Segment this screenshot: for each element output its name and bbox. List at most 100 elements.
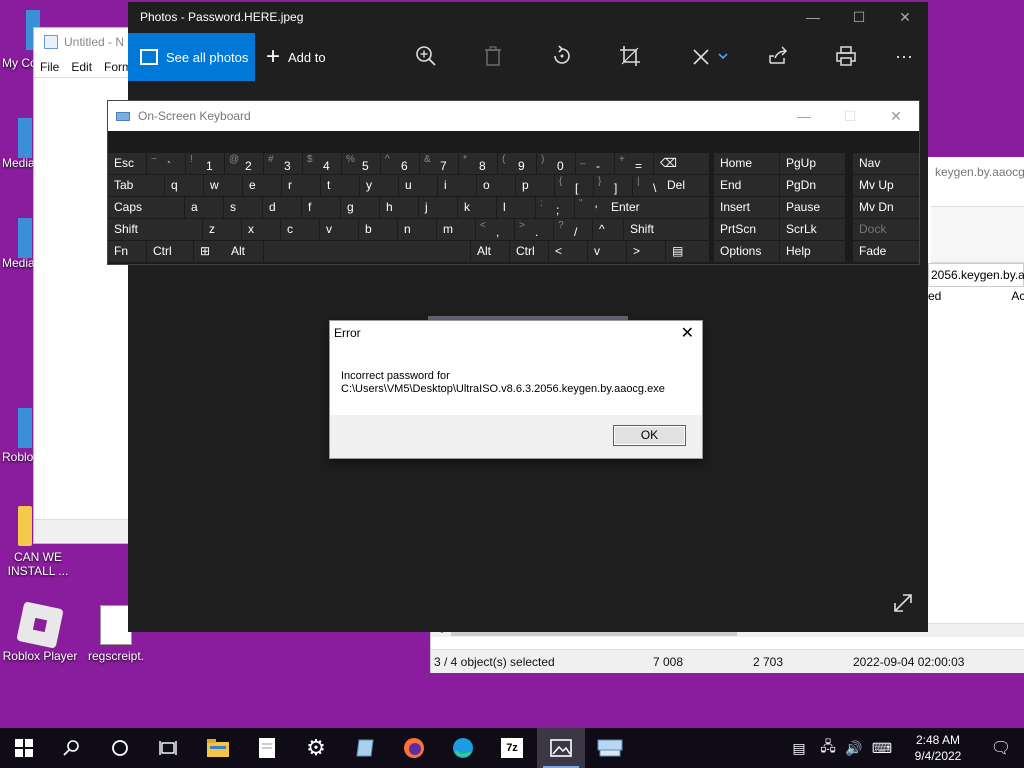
search-icon[interactable]	[48, 728, 96, 768]
osk-key[interactable]: <	[549, 241, 587, 262]
osk-key[interactable]: j	[419, 197, 457, 218]
osk-key[interactable]: d	[263, 197, 301, 218]
osk-key[interactable]: Shift	[108, 219, 202, 240]
fullscreen-icon[interactable]	[892, 592, 914, 620]
on-screen-keyboard-window[interactable]: On-Screen Keyboard — ☐ ✕ Esc ~ `! 1 @2 #3 $4% 5…	[107, 100, 920, 265]
keyboard-tray-icon[interactable]: ⌨	[866, 740, 898, 757]
osk-key[interactable]: Ctrl	[147, 241, 193, 262]
rotate-icon[interactable]	[550, 45, 574, 69]
osk-key[interactable]: {[	[555, 175, 593, 196]
osk-key[interactable]: c	[281, 219, 319, 240]
tray-app-icon[interactable]: ▤	[784, 740, 814, 757]
maximize-button[interactable]: ☐	[836, 2, 882, 32]
zoom-icon[interactable]	[414, 45, 438, 69]
dialog-close-icon[interactable]: ✕	[681, 323, 694, 343]
osk-key[interactable]: >	[627, 241, 665, 262]
start-button[interactable]	[0, 728, 48, 768]
osk-key[interactable]: >.	[515, 219, 553, 240]
osk-key[interactable]: Pause	[780, 197, 845, 218]
osk-key[interactable]: <,	[476, 219, 514, 240]
more-options-icon[interactable]: ⋯	[892, 45, 916, 69]
osk-key[interactable]: }]	[594, 175, 632, 196]
osk-key[interactable]: k	[458, 197, 496, 218]
osk-key[interactable]: Fn	[108, 241, 146, 262]
osk-key[interactable]: Caps	[108, 197, 184, 218]
osk-key[interactable]: g	[341, 197, 379, 218]
osk-key[interactable]: _ -	[576, 153, 614, 174]
file-explorer-icon[interactable]	[194, 728, 242, 768]
osk-key[interactable]: s	[224, 197, 262, 218]
osk-minimize-button[interactable]: —	[781, 101, 827, 131]
7zip-icon[interactable]: 7z	[488, 728, 536, 768]
osk-key[interactable]: Tab	[108, 175, 164, 196]
photos-window[interactable]: Photos - Password.HERE.jpeg — ☐ ✕ See al…	[128, 2, 928, 632]
osk-key[interactable]: % 5	[342, 153, 380, 174]
osk-key[interactable]: Esc	[108, 153, 146, 174]
osk-key[interactable]: l	[497, 197, 535, 218]
osk-key[interactable]: Mv Up	[853, 175, 919, 196]
osk-key[interactable]: @2	[225, 153, 263, 174]
osk-key[interactable]: Insert	[714, 197, 779, 218]
osk-key[interactable]: ^ 6	[381, 153, 419, 174]
osk-key[interactable]: h	[380, 197, 418, 218]
delete-icon[interactable]	[481, 45, 505, 69]
osk-maximize-button[interactable]: ☐	[827, 101, 873, 131]
osk-key[interactable]: v	[588, 241, 626, 262]
osk-key[interactable]: n	[398, 219, 436, 240]
crop-icon[interactable]	[618, 45, 642, 69]
settings-gear-icon[interactable]: ⚙	[292, 728, 340, 768]
osk-key[interactable]: ? /	[554, 219, 592, 240]
osk-key[interactable]: m	[437, 219, 475, 240]
osk-key[interactable]: Ctrl	[510, 241, 548, 262]
photos-app-icon[interactable]	[537, 728, 585, 768]
osk-key[interactable]: Alt	[471, 241, 509, 262]
task-view-icon[interactable]	[144, 728, 192, 768]
explorer-address-bar[interactable]: 2056.keygen.by.aa	[928, 263, 1024, 287]
column-header-accessed[interactable]: Acce	[1011, 289, 1024, 309]
osk-key[interactable]: & 7	[420, 153, 458, 174]
osk-key[interactable]: ^	[593, 219, 623, 240]
osk-key[interactable]: PrtScn	[714, 219, 779, 240]
osk-key[interactable]: Mv Dn	[853, 197, 919, 218]
osk-key[interactable]: ▤	[666, 241, 709, 262]
notifications-icon[interactable]: 🗨	[978, 738, 1024, 758]
volume-icon[interactable]: 🔊	[842, 740, 866, 757]
osk-key[interactable]: Help	[780, 241, 845, 262]
minimize-button[interactable]: —	[790, 2, 836, 32]
ok-button[interactable]: OK	[613, 425, 686, 446]
error-dialog[interactable]: Error ✕ Incorrect password for C:\Users\…	[329, 320, 703, 459]
osk-key[interactable]: (9	[498, 153, 536, 174]
osk-key[interactable]: * 8	[459, 153, 497, 174]
osk-key[interactable]: ScrLk	[780, 219, 845, 240]
menu-edit[interactable]: Edit	[71, 60, 92, 74]
osk-key[interactable]: ! 1	[186, 153, 224, 174]
osk-key[interactable]: u	[399, 175, 437, 196]
osk-key[interactable]: $4	[303, 153, 341, 174]
close-button[interactable]: ✕	[882, 2, 928, 32]
share-icon[interactable]	[766, 45, 790, 69]
clock[interactable]: 2:48 AM 9/4/2022	[898, 732, 978, 764]
osk-key[interactable]: f	[302, 197, 340, 218]
osk-key[interactable]: y	[360, 175, 398, 196]
osk-key[interactable]: Home	[714, 153, 779, 174]
osk-close-button[interactable]: ✕	[873, 101, 919, 131]
osk-key[interactable]: PgDn	[780, 175, 845, 196]
osk-key[interactable]: a	[185, 197, 223, 218]
osk-key[interactable]: p	[516, 175, 554, 196]
osk-key[interactable]: Enter	[605, 197, 709, 218]
osk-key[interactable]: t	[321, 175, 359, 196]
osk-key[interactable]: ⌫	[654, 153, 709, 174]
osk-key[interactable]: Fade	[853, 241, 919, 262]
osk-key[interactable]: PgUp	[780, 153, 845, 174]
osk-key[interactable]: :;	[536, 197, 574, 218]
osk-key[interactable]: e	[243, 175, 281, 196]
osk-key[interactable]: r	[282, 175, 320, 196]
osk-key[interactable]: z	[203, 219, 241, 240]
osk-key[interactable]: b	[359, 219, 397, 240]
see-all-photos-button[interactable]: See all photos	[128, 33, 255, 81]
osk-key[interactable]	[264, 241, 470, 262]
osk-key[interactable]: #3	[264, 153, 302, 174]
edge-icon[interactable]	[439, 728, 487, 768]
osk-key[interactable]: ) 0	[537, 153, 575, 174]
on-screen-keyboard-app-icon[interactable]	[586, 728, 634, 768]
